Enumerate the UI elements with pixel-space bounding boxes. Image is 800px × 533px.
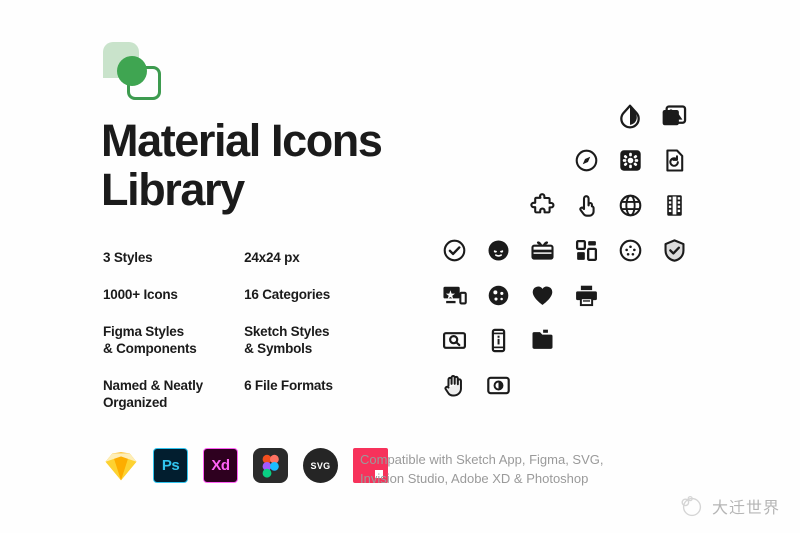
explore-icon[interactable] [564,144,608,178]
card-giftcard-icon[interactable] [520,234,564,268]
svg-label: SVG [310,460,331,471]
stat-cell-left: 1000+ Icons [103,286,244,303]
language-icon[interactable] [608,189,652,223]
stat-text: Named & Neatly [103,378,203,393]
verified-user-icon[interactable] [652,234,696,268]
stat-cell-left: 3 Styles [103,249,244,266]
stat-row: Named & Neatly Organized 6 File Formats [103,377,403,411]
icon-grid-row [432,138,696,183]
icon-grid-row [432,93,696,138]
photoshop-label: Ps [161,457,180,474]
theaters-icon[interactable] [652,189,696,223]
supported-apps-list: Ps Xd SVG [103,448,388,483]
icon-grid-row [432,273,696,318]
stat-cell-right: 16 Categories [244,286,403,303]
stat-cell-right: 6 File Formats [244,377,403,411]
stat-text: Organized [103,395,168,410]
stat-text: & Components [103,341,197,356]
figma-logo[interactable] [253,448,288,483]
svg-logo[interactable]: SVG [303,448,338,483]
stat-text: 24x24 px [244,250,300,265]
stat-row: 3 Styles 24x24 px [103,249,403,266]
stat-row: 1000+ Icons 16 Categories [103,286,403,303]
page-title-line1: Material Icons [101,115,383,166]
poster-canvas: Material Icons Library 3 Styles 24x24 px… [0,0,800,533]
compatibility-line1: Compatible with Sketch App, Figma, SVG, [360,452,604,467]
folder-special-icon[interactable] [520,324,564,358]
stat-cell-right: Sketch Styles & Symbols [244,323,403,357]
icon-grid-row [432,318,696,363]
compatibility-line2: Invision Studio, Adobe XD & Photoshop [360,471,589,486]
stat-text: & Symbols [244,341,313,356]
grid-spacer [520,99,564,133]
page-title-line2: Library [101,164,245,215]
settings-applications-icon[interactable] [608,144,652,178]
grid-spacer [476,99,520,133]
stat-cell-left: Named & Neatly Organized [103,377,244,411]
adobe-xd-label: Xd [211,457,230,474]
pan-tool-icon[interactable] [432,369,476,403]
page-title: Material Icons Library [101,116,461,214]
stat-text: 1000+ Icons [103,287,178,302]
stat-text: 16 Categories [244,287,331,302]
important-devices-icon[interactable] [432,279,476,313]
stat-text: Figma Styles [103,324,184,339]
touch-app-icon[interactable] [564,189,608,223]
print-icon[interactable] [564,279,608,313]
icon-grid-row [432,228,696,273]
extension-icon[interactable] [520,189,564,223]
stat-row: Figma Styles & Components Sketch Styles … [103,323,403,357]
logo-circle [117,56,147,86]
sketch-logo[interactable] [103,448,138,483]
stat-text: 6 File Formats [244,378,333,393]
watermark-logo-icon [678,493,704,519]
brightness-medium-icon[interactable] [476,369,520,403]
stat-text: 3 Styles [103,250,153,265]
icon-showcase-grid [432,93,696,408]
grid-spacer [432,144,476,178]
sports-baseball-icon[interactable] [608,234,652,268]
stat-text: Sketch Styles [244,324,330,339]
photoshop-logo[interactable]: Ps [153,448,188,483]
screen-search-desktop-icon[interactable] [432,324,476,358]
favorite-icon[interactable] [520,279,564,313]
compatibility-note: Compatible with Sketch App, Figma, SVG, … [360,450,660,488]
check-circle-icon[interactable] [432,234,476,268]
icon-grid-row [432,363,696,408]
stat-cell-left: Figma Styles & Components [103,323,244,357]
grid-spacer [520,144,564,178]
icon-grid-row [432,183,696,228]
brand-logo [103,42,165,104]
grid-spacer [432,189,476,223]
grid-spacer [564,99,608,133]
grid-spacer [476,189,520,223]
opacity-icon[interactable] [608,99,652,133]
dashboard-icon[interactable] [564,234,608,268]
stat-cell-right: 24x24 px [244,249,403,266]
blur-circular-icon[interactable] [476,279,520,313]
watermark-text: 大迁世界 [711,498,780,517]
grid-spacer [432,99,476,133]
adobe-xd-logo[interactable]: Xd [203,448,238,483]
photo-library-icon[interactable] [652,99,696,133]
stats-list: 3 Styles 24x24 px 1000+ Icons 16 Categor… [103,249,403,411]
restore-page-icon[interactable] [652,144,696,178]
grid-spacer [476,144,520,178]
face-icon[interactable] [476,234,520,268]
perm-device-information-icon[interactable] [476,324,520,358]
watermark: 大迁世界 [678,493,780,519]
